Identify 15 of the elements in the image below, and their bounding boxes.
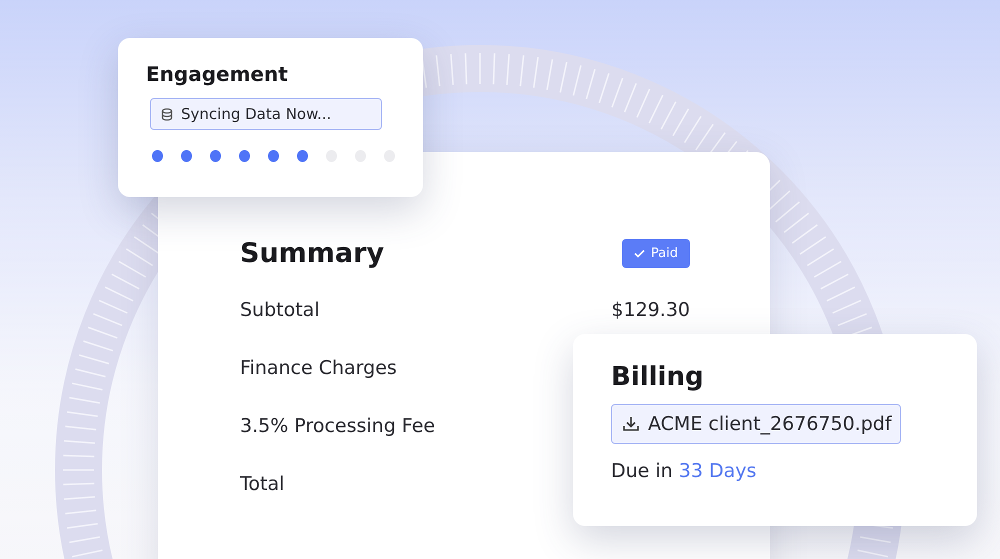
status-chip: Syncing Data Now... <box>150 98 382 130</box>
database-icon <box>161 108 173 120</box>
due-text: Due in 33 Days <box>611 460 758 482</box>
file-chip[interactable]: ACME client_2676750.pdf <box>611 404 901 444</box>
row-label: Finance Charges <box>240 357 397 379</box>
card-title: Billing <box>611 362 705 392</box>
due-link[interactable]: 33 Days <box>678 460 756 482</box>
row-value: $129.30 <box>611 299 690 321</box>
download-icon <box>622 415 640 433</box>
row-label: Subtotal <box>240 299 320 321</box>
row-label: 3.5% Processing Fee <box>240 415 436 437</box>
card-title: Summary <box>240 238 384 269</box>
row-label: Total <box>240 473 284 495</box>
card-title: Engagement <box>146 62 289 86</box>
status-badge: Paid <box>622 239 690 268</box>
